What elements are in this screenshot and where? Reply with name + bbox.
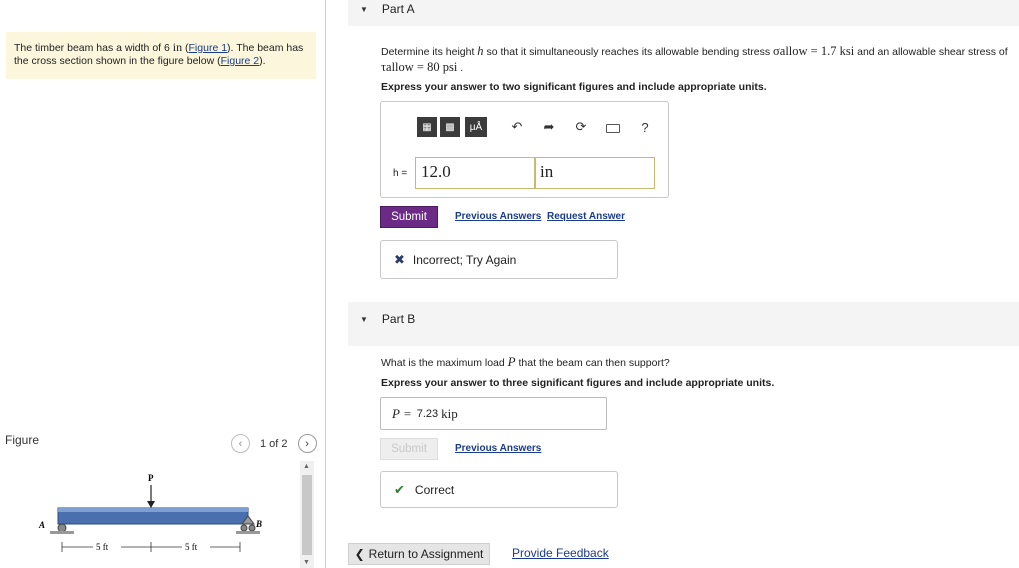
part-b-question: What is the maximum load P that the beam… <box>381 354 670 371</box>
support-b-roller-1 <box>240 524 248 532</box>
request-answer-link[interactable]: Request Answer <box>547 211 625 222</box>
part-a-q4: . <box>457 62 464 74</box>
beam-figure: P A B 5 ft 5 ft <box>38 473 262 553</box>
figure-nav: ‹ 1 of 2 › <box>231 434 317 453</box>
provide-feedback-link[interactable]: Provide Feedback <box>512 546 609 560</box>
figure-1-link[interactable]: Figure 1 <box>189 42 228 54</box>
part-a-title: Part A <box>381 2 415 16</box>
figure-count: 1 of 2 <box>260 437 288 450</box>
intro-unit: in <box>172 40 183 54</box>
beam-highlight <box>58 508 248 512</box>
part-b-instruction: Express your answer to three significant… <box>381 377 775 389</box>
part-b-q2: that the beam can then support? <box>515 357 670 369</box>
support-label-b: B <box>255 519 262 529</box>
part-b-q1: What is the maximum load <box>381 357 508 369</box>
part-b-answer: P = 7.23 kip <box>380 397 607 430</box>
part-a-submit-button[interactable]: Submit <box>380 206 438 228</box>
dimension-2: 5 ft <box>185 542 198 552</box>
h-value-input[interactable]: 12.0 <box>415 157 535 189</box>
figure-2-link[interactable]: Figure 2 <box>221 55 260 67</box>
help-icon[interactable]: ? <box>638 120 652 135</box>
part-a-q1: Determine its height <box>381 46 478 58</box>
figure-scrollbar[interactable]: ▲ ▼ <box>300 461 314 568</box>
part-b-header[interactable]: ▼ Part B <box>348 302 1019 336</box>
part-b-header-bg <box>348 336 1019 346</box>
collapse-triangle-icon: ▼ <box>360 4 368 14</box>
reset-icon[interactable]: ⟳ <box>574 119 588 135</box>
support-a-base <box>50 531 74 534</box>
scroll-thumb[interactable] <box>302 475 312 555</box>
tau-allow: τallow = 80 psi <box>381 60 458 74</box>
chevron-right-icon[interactable]: › <box>297 434 317 453</box>
undo-icon[interactable]: ↶ <box>510 119 524 135</box>
part-a-previous-answers-link[interactable]: Previous Answers <box>455 211 541 222</box>
p-answer-value: 7.23 <box>416 407 439 420</box>
scroll-down-icon[interactable]: ▼ <box>303 559 310 566</box>
part-a-feedback-text: Incorrect; Try Again <box>412 252 517 267</box>
load-label-p: P <box>148 473 154 483</box>
intro-text: The timber beam has a width of 6 <box>14 42 173 54</box>
part-a-feedback: ✖ Incorrect; Try Again <box>380 240 618 279</box>
intro-text-end: ). <box>259 55 266 67</box>
left-pane: The timber beam has a width of 6 in (Fig… <box>0 0 326 568</box>
return-label: Return to Assignment <box>368 547 484 561</box>
support-b-roller-2 <box>248 524 256 532</box>
support-b-base <box>236 531 260 534</box>
collapse-triangle-icon: ▼ <box>360 314 368 324</box>
part-b-previous-answers-link[interactable]: Previous Answers <box>455 443 541 454</box>
part-a-instruction: Express your answer to two significant f… <box>381 81 767 93</box>
part-a-answer-box: ▦ ▩ μÅ ↶ ➦ ⟳ ? h = 12.0 in <box>380 101 669 198</box>
p-answer-unit: kip <box>441 405 458 421</box>
var-p: P <box>507 354 516 369</box>
redo-icon[interactable]: ➦ <box>542 119 556 135</box>
return-to-assignment-button[interactable]: ❮ Return to Assignment <box>348 543 490 565</box>
template-icon[interactable]: ▦ <box>417 117 437 137</box>
math-toolbar: ▦ ▩ μÅ ↶ ➦ ⟳ ? <box>417 117 652 137</box>
h-unit-input[interactable]: in <box>535 157 655 189</box>
part-a-q2: so that it simultaneously reaches its al… <box>483 46 774 58</box>
part-b-submit-button[interactable]: Submit <box>380 438 438 460</box>
chevron-left-icon: ❮ <box>354 547 365 561</box>
scroll-up-icon[interactable]: ▲ <box>303 463 310 470</box>
sigma-allow: σallow = 1.7 ksi <box>773 44 855 58</box>
matrix-icon[interactable]: ▩ <box>440 117 460 137</box>
problem-intro: The timber beam has a width of 6 in (Fig… <box>6 32 316 79</box>
h-answer-label: h = <box>393 168 408 179</box>
dimension-1: 5 ft <box>96 542 109 552</box>
figure-title: Figure <box>5 433 40 447</box>
keyboard-icon[interactable] <box>606 120 620 135</box>
support-a-pin <box>57 523 67 533</box>
chevron-left-icon[interactable]: ‹ <box>231 434 250 453</box>
part-a-header[interactable]: ▼ Part A <box>348 0 1019 26</box>
part-a-question: Determine its height h so that it simult… <box>381 44 1017 76</box>
support-label-a: A <box>38 520 45 530</box>
p-answer-label: P = <box>392 405 412 421</box>
part-a-q3: and an allowable shear stress of <box>854 46 1008 58</box>
load-arrowhead <box>147 501 155 508</box>
check-icon: ✔ <box>394 481 405 497</box>
part-b-feedback: ✔ Correct <box>380 471 618 508</box>
units-button[interactable]: μÅ <box>465 117 487 137</box>
incorrect-x-icon: ✖ <box>394 251 405 267</box>
part-b-title: Part B <box>381 312 416 326</box>
part-b-feedback-text: Correct <box>414 482 455 497</box>
